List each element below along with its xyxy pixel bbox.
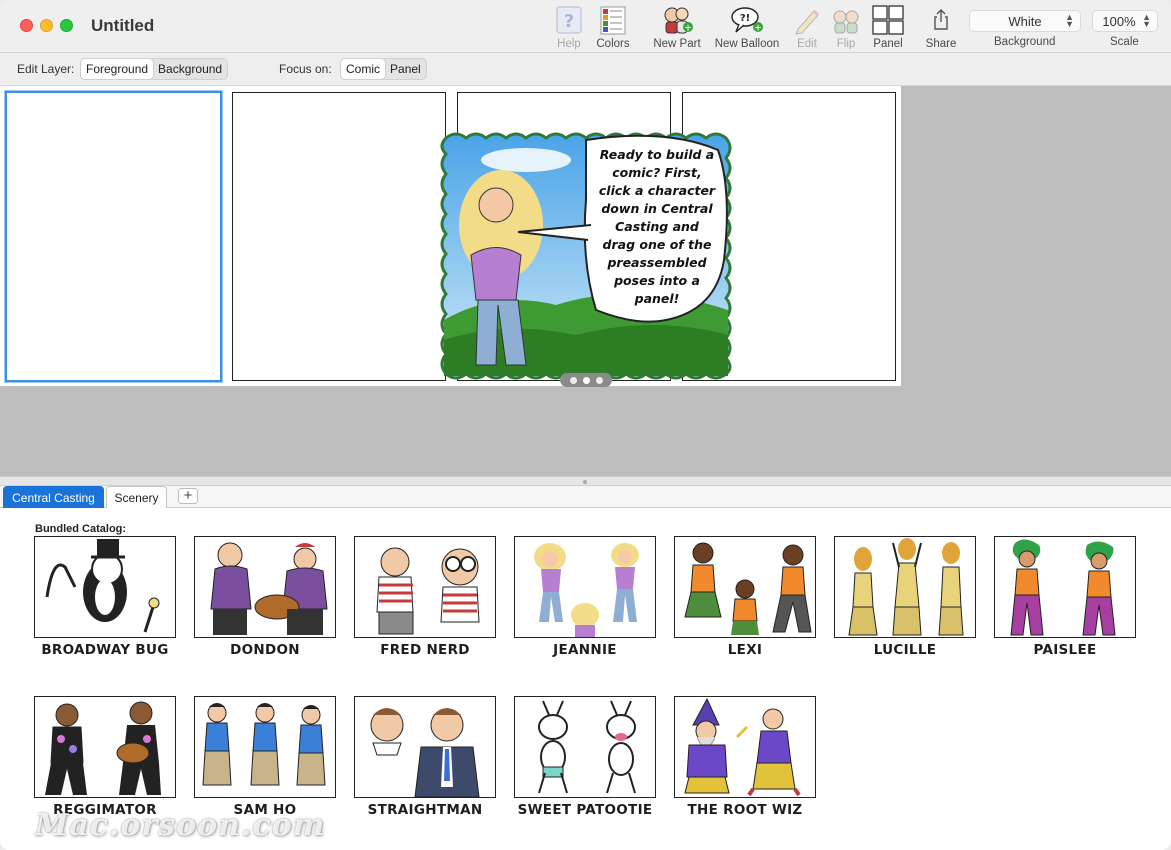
character-thumbnail: [514, 696, 656, 798]
character-card-paislee[interactable]: PAISLEE: [994, 536, 1136, 666]
minimize-window-button[interactable]: [40, 19, 53, 32]
scale-select[interactable]: 100% ▲ ▼: [1092, 10, 1158, 32]
catalog-heading: Bundled Catalog:: [35, 523, 127, 535]
segment-foreground[interactable]: Foreground: [81, 59, 154, 79]
character-card-sam-ho[interactable]: SAM HO: [194, 696, 336, 826]
character-thumbnail: [354, 536, 496, 638]
tab-central-casting[interactable]: Central Casting: [3, 486, 104, 508]
character-thumbnail: [514, 536, 656, 638]
svg-text:?!: ?!: [740, 13, 750, 24]
edit-layer-label: Edit Layer:: [17, 62, 75, 76]
character-card-sweet-patootie[interactable]: SWEET PATOOTIE: [514, 696, 656, 826]
help-button[interactable]: ? Help: [552, 4, 586, 50]
edit-pencil-icon: [792, 4, 822, 36]
character-thumbnail: [674, 696, 816, 798]
help-icon: ?: [555, 4, 583, 36]
share-icon: [931, 4, 951, 36]
colors-button[interactable]: Colors: [594, 4, 632, 50]
scale-label: Scale: [1110, 36, 1139, 48]
character-card-broadway-bug[interactable]: BROADWAY BUG: [34, 536, 176, 666]
panel-button[interactable]: Panel: [870, 4, 906, 50]
comic-panel-1[interactable]: [5, 91, 222, 382]
segment-comic[interactable]: Comic: [341, 59, 386, 79]
onboarding-balloon-text: Ready to build a comic? First, click a c…: [598, 147, 716, 306]
title-toolbar: Untitled ? Help Colors + New Part ?! + N…: [0, 0, 1171, 53]
share-button[interactable]: Share: [923, 4, 959, 50]
close-window-button[interactable]: [20, 19, 33, 32]
window-title: Untitled: [91, 16, 155, 35]
background-value: White: [1008, 13, 1042, 29]
new-part-button[interactable]: + New Part: [650, 4, 704, 50]
chevron-updown-icon: ▲ ▼: [1142, 12, 1151, 29]
edit-button[interactable]: Edit: [791, 4, 823, 50]
flip-button[interactable]: Flip: [830, 4, 862, 50]
character-card-lucille[interactable]: LUCILLE: [834, 536, 976, 666]
character-card-dondon[interactable]: DONDON: [194, 536, 336, 666]
watermark: Mac.orsoon.com: [35, 808, 326, 843]
character-catalog: Bundled Catalog: BROADWAY BUG DONDON FRE…: [0, 508, 1171, 850]
character-thumbnail: [194, 696, 336, 798]
character-thumbnail: [34, 696, 176, 798]
chevron-updown-icon: ▲ ▼: [1065, 12, 1074, 29]
focus-on-label: Focus on:: [279, 62, 332, 76]
svg-text:?: ?: [564, 11, 574, 32]
flip-icon: [831, 4, 861, 36]
character-card-the-root-wiz[interactable]: THE ROOT WIZ: [674, 696, 816, 826]
character-card-fred-nerd[interactable]: FRED NERD: [354, 536, 496, 666]
character-thumbnail: [834, 536, 976, 638]
page-dot-3[interactable]: [595, 376, 603, 384]
background-select[interactable]: White ▲ ▼: [969, 10, 1081, 32]
new-part-icon: +: [660, 4, 694, 36]
zoom-window-button[interactable]: [60, 19, 73, 32]
popover-page-indicator: [560, 373, 612, 387]
page-dot-1[interactable]: [569, 376, 577, 384]
focus-segmented-control: Comic Panel: [340, 58, 427, 80]
divider-grip-icon: [583, 480, 587, 484]
new-balloon-icon: ?! +: [730, 4, 764, 36]
character-thumbnail: [994, 536, 1136, 638]
colors-icon: [598, 4, 628, 36]
edit-layer-segmented-control: Foreground Background: [80, 58, 229, 80]
comic-panel-2[interactable]: [232, 92, 446, 381]
character-thumbnail: [674, 536, 816, 638]
svg-text:+: +: [754, 24, 762, 34]
app-window: Untitled ? Help Colors + New Part ?! + N…: [0, 0, 1171, 850]
new-balloon-button[interactable]: ?! + New Balloon: [713, 4, 781, 50]
character-card-jeannie[interactable]: JEANNIE: [514, 536, 656, 666]
segment-background[interactable]: Background: [153, 59, 227, 79]
character-card-reggimator[interactable]: REGGIMATOR: [34, 696, 176, 826]
page-dot-2[interactable]: [582, 376, 590, 384]
comic-canvas: Ready to build a comic? First, click a c…: [0, 86, 1171, 476]
layer-bar: Edit Layer: Foreground Background Focus …: [0, 53, 1171, 86]
character-card-straightman[interactable]: STRAIGHTMAN: [354, 696, 496, 826]
character-thumbnail: [34, 536, 176, 638]
library-tabs: Central Casting Scenery +: [0, 486, 1171, 508]
add-tab-button[interactable]: +: [178, 488, 198, 504]
svg-text:+: +: [684, 24, 692, 34]
character-card-lexi[interactable]: LEXI: [674, 536, 816, 666]
split-view-divider[interactable]: [0, 476, 1171, 486]
scale-value: 100%: [1102, 13, 1136, 29]
tab-scenery[interactable]: Scenery: [106, 486, 167, 508]
panel-layout-icon: [872, 4, 904, 36]
segment-panel[interactable]: Panel: [385, 59, 426, 79]
character-thumbnail: [354, 696, 496, 798]
character-thumbnail: [194, 536, 336, 638]
background-label: Background: [994, 36, 1056, 48]
